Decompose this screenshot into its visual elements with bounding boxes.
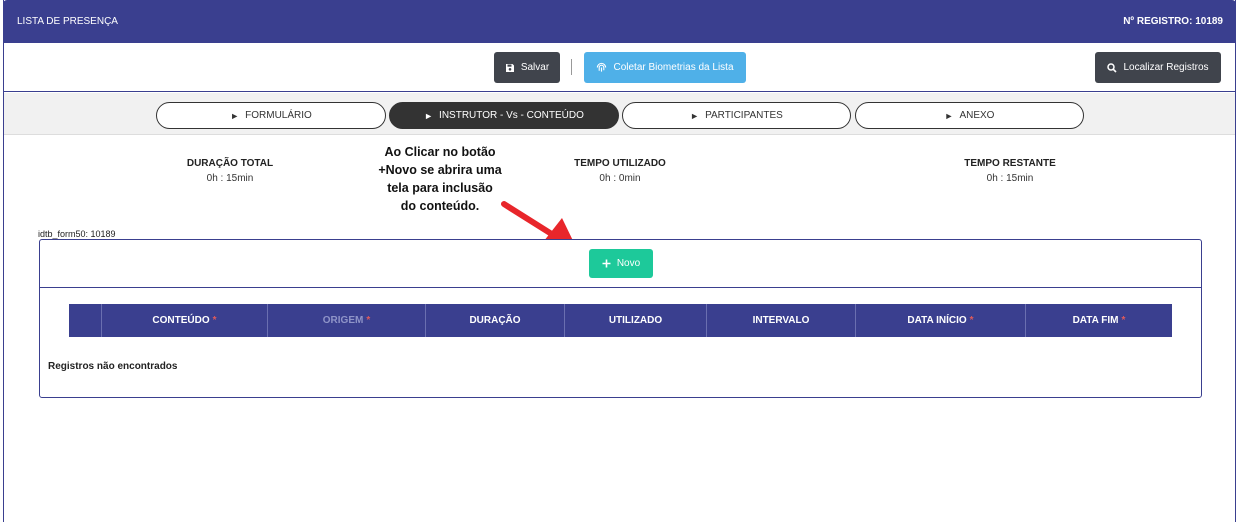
th-utilizado[interactable]: UTILIZADO — [565, 304, 707, 337]
th-label: CONTEÚDO — [152, 315, 210, 326]
stat-value: 0h : 0min — [599, 173, 641, 184]
localizar-registros-label: Localizar Registros — [1123, 62, 1209, 73]
toolbar: Salvar Coletar Biometrias da Lista Local… — [4, 43, 1235, 92]
th-label: INTERVALO — [752, 315, 810, 326]
th-label: UTILIZADO — [608, 315, 663, 326]
tab-participantes[interactable]: ► PARTICIPANTES — [622, 102, 851, 129]
fingerprint-icon — [597, 62, 607, 72]
stat-label: TEMPO UTILIZADO — [574, 158, 666, 169]
stat-value: 0h : 15min — [986, 173, 1034, 184]
registro-number: Nº REGISTRO: 10189 — [1123, 16, 1223, 27]
required-mark: * — [969, 315, 974, 326]
localizar-registros-button[interactable]: Localizar Registros — [1095, 52, 1221, 83]
stat-label: TEMPO RESTANTE — [964, 158, 1056, 169]
chevron-right-icon: ► — [690, 110, 700, 121]
top-header: LISTA DE PRESENÇA Nº REGISTRO: 10189 — [3, 0, 1236, 43]
chevron-right-icon: ► — [230, 110, 240, 121]
required-mark: * — [212, 315, 217, 326]
search-icon — [1107, 62, 1118, 73]
plus-icon — [602, 259, 611, 268]
chevron-right-icon: ► — [944, 110, 954, 121]
th-data-inicio[interactable]: DATA INÍCIO * — [856, 304, 1026, 337]
tab-instrutor-conteudo[interactable]: ► INSTRUTOR - Vs - CONTEÚDO — [389, 102, 619, 129]
tab-label: INSTRUTOR - Vs - CONTEÚDO — [439, 110, 584, 121]
th-label: ORIGEM — [322, 315, 364, 326]
required-mark: * — [1121, 315, 1126, 326]
id-label: idtb_form50: 10189 — [38, 229, 116, 239]
th-duracao[interactable]: DURAÇÃO — [426, 304, 565, 337]
th-intervalo[interactable]: INTERVALO — [707, 304, 856, 337]
th-select — [69, 304, 102, 337]
th-label: DATA INÍCIO — [907, 315, 967, 326]
save-icon — [505, 63, 514, 72]
tab-label: FORMULÁRIO — [245, 110, 312, 121]
required-mark: * — [366, 315, 371, 326]
table-header: CONTEÚDO * ORIGEM * DURAÇÃO UTILIZADO INTE… — [69, 304, 1172, 337]
tab-label: PARTICIPANTES — [705, 110, 783, 121]
th-data-fim[interactable]: DATA FIM * — [1026, 304, 1172, 337]
th-label: DURAÇÃO — [469, 315, 521, 326]
conteudo-panel: Novo CONTEÚDO * ORIGEM * DURAÇÃO UTILIZADO… — [39, 239, 1202, 398]
th-label: DATA FIM — [1072, 315, 1119, 326]
novo-label: Novo — [616, 258, 641, 269]
stat-tempo-utilizado: TEMPO UTILIZADO 0h : 0min — [540, 158, 700, 184]
tab-anexo[interactable]: ► ANEXO — [855, 102, 1084, 129]
coletar-biometrias-button[interactable]: Coletar Biometrias da Lista — [584, 52, 746, 83]
novo-button[interactable]: Novo — [589, 249, 653, 278]
annotation-note: Ao Clicar no botão +Novo se abrira uma t… — [378, 145, 502, 213]
empty-message: Registros não encontrados — [48, 361, 178, 372]
page-title: LISTA DE PRESENÇA — [17, 16, 118, 27]
toolbar-separator — [571, 59, 572, 75]
tabs-bar: ► FORMULÁRIO ► INSTRUTOR - Vs - CONTEÚDO… — [4, 93, 1235, 135]
th-origem[interactable]: ORIGEM * — [268, 304, 426, 337]
stat-duracao-total: DURAÇÃO TOTAL 0h : 15min — [150, 158, 310, 184]
save-button[interactable]: Salvar — [494, 52, 560, 83]
stat-value: 0h : 15min — [206, 173, 254, 184]
th-conteudo[interactable]: CONTEÚDO * — [102, 304, 268, 337]
stat-label: DURAÇÃO TOTAL — [186, 158, 274, 169]
save-label: Salvar — [520, 62, 550, 73]
stat-tempo-restante: TEMPO RESTANTE 0h : 15min — [930, 158, 1090, 184]
chevron-right-icon: ► — [424, 110, 434, 121]
coletar-biometrias-label: Coletar Biometrias da Lista — [613, 62, 734, 73]
tab-formulario[interactable]: ► FORMULÁRIO — [156, 102, 386, 129]
panel-divider — [40, 287, 1201, 288]
tab-label: ANEXO — [959, 110, 995, 121]
